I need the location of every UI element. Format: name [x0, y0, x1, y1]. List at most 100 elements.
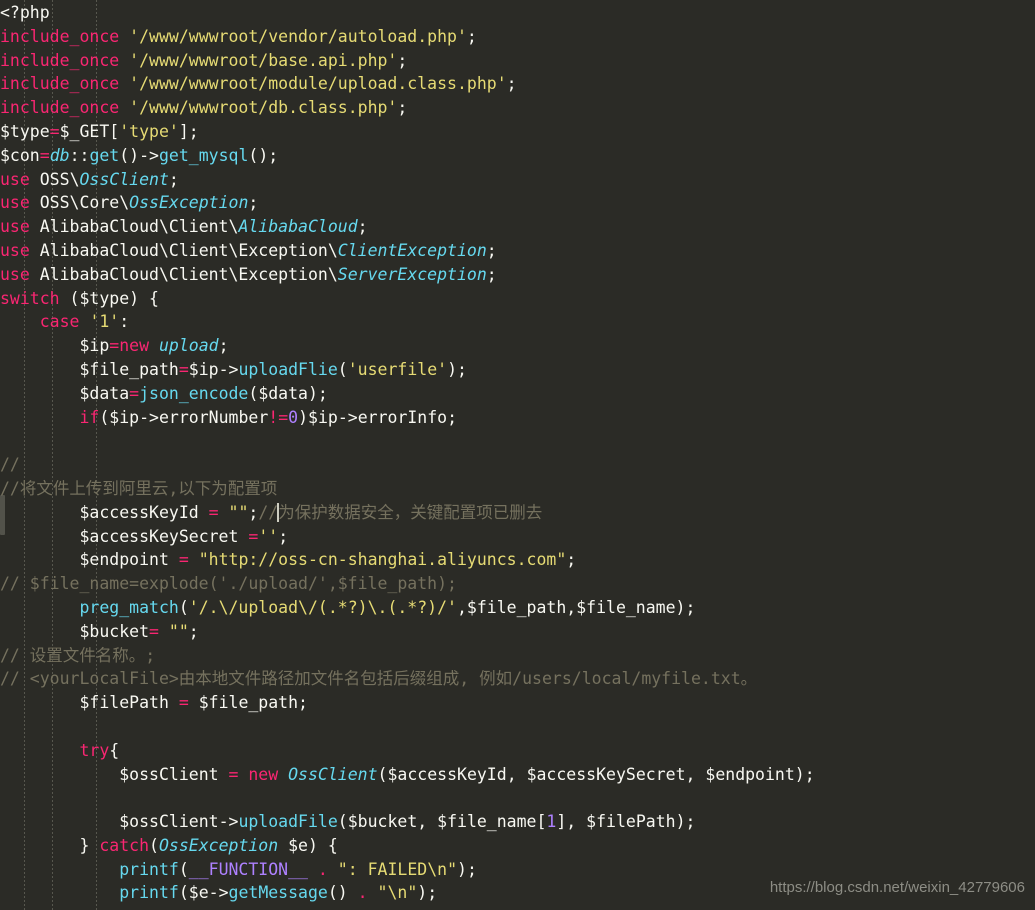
variable-data: $data: [79, 383, 130, 403]
code-line[interactable]: use AlibabaCloud\Client\Exception\Server…: [0, 263, 1035, 287]
variable-data: $data: [258, 383, 308, 403]
method-uploadflie: uploadFlie: [238, 359, 338, 379]
code-line[interactable]: //: [0, 453, 1035, 477]
variable-bucket: $bucket: [347, 812, 418, 832]
code-line[interactable]: use OSS\Core\OssException;: [0, 191, 1035, 215]
namespace-alibaba-client-exception: AlibabaCloud\Client\Exception: [39, 264, 328, 284]
code-line[interactable]: $ip=new upload;: [0, 334, 1035, 358]
code-line[interactable]: preg_match('/.\/upload\/(.*?)\.(.*?)/',$…: [0, 596, 1035, 620]
code-line[interactable]: } catch(OssException $e) {: [0, 834, 1035, 858]
keyword-use: use: [0, 217, 30, 237]
function-json-encode: json_encode: [139, 383, 249, 403]
variable-ip: $ip: [109, 407, 140, 427]
bracket-open: [: [109, 121, 120, 141]
paren-close-semicolon: );: [675, 597, 696, 617]
paren-open: (: [248, 383, 259, 403]
semicolon: ;: [188, 621, 199, 641]
code-line[interactable]: // 设置文件名称。;: [0, 644, 1035, 668]
string-dbclass-path: '/www/wwwroot/db.class.php': [129, 98, 398, 118]
comment-slashes: //: [258, 502, 279, 522]
code-line[interactable]: use OSS\OssClient;: [0, 168, 1035, 192]
keyword-catch: catch: [99, 835, 150, 855]
code-line[interactable]: use AlibabaCloud\Client\Exception\Client…: [0, 239, 1035, 263]
code-line-blank[interactable]: [0, 715, 1035, 739]
code-line[interactable]: $bucket= "";: [0, 620, 1035, 644]
code-line[interactable]: $data=json_encode($data);: [0, 382, 1035, 406]
code-line[interactable]: $filePath = $file_path;: [0, 691, 1035, 715]
code-line[interactable]: if($ip->errorNumber!=0)$ip->errorInfo;: [0, 406, 1035, 430]
keyword-use: use: [0, 169, 30, 189]
code-line[interactable]: $accessKeySecret ='';: [0, 525, 1035, 549]
variable-ip: $ip: [308, 407, 338, 427]
code-line[interactable]: <?php: [0, 0, 1035, 25]
variable-type: $type: [79, 288, 130, 308]
paren-open: (: [377, 764, 388, 784]
code-line[interactable]: // <yourLocalFile>由本地文件路径加文件名包括后缀组成, 例如/…: [0, 667, 1035, 691]
variable-get-superglobal: $_GET: [59, 121, 110, 141]
code-line[interactable]: return;: [0, 905, 1035, 910]
code-line[interactable]: switch ($type) {: [0, 287, 1035, 311]
code-line[interactable]: //将文件上传到阿里云,以下为配置项: [0, 477, 1035, 501]
semicolon: ;: [397, 98, 408, 118]
code-editor[interactable]: <?php include_once '/www/wwwroot/vendor/…: [0, 0, 1035, 910]
code-line-blank[interactable]: [0, 429, 1035, 453]
code-line[interactable]: $ossClient = new OssClient($accessKeyId,…: [0, 763, 1035, 787]
code-line[interactable]: $type=$_GET['type'];: [0, 120, 1035, 144]
number-one: 1: [546, 812, 557, 832]
code-line[interactable]: // $file_name=explode('./upload/',$file_…: [0, 572, 1035, 596]
code-line[interactable]: $con=db::get()->get_mysql();: [0, 144, 1035, 168]
paren-close-brace: ) {: [129, 288, 159, 308]
string-empty-single: '': [258, 526, 279, 546]
bracket-close-comma: ],: [556, 812, 587, 832]
code-line[interactable]: case '1':: [0, 310, 1035, 334]
method-get-mysql: get_mysql: [159, 145, 249, 165]
variable-endpoint: $endpoint: [79, 550, 169, 570]
semicolon: ;: [486, 264, 497, 284]
comment-empty: //: [0, 455, 20, 475]
code-line[interactable]: include_once '/www/wwwroot/vendor/autolo…: [0, 25, 1035, 49]
code-line[interactable]: try{: [0, 739, 1035, 763]
variable-ossclient: $ossClient: [119, 764, 219, 784]
paren-close-semicolon: );: [307, 383, 328, 403]
code-line[interactable]: $file_path=$ip->uploadFlie('userfile');: [0, 358, 1035, 382]
number-zero: 0: [288, 407, 299, 427]
variable-file-name: $file_name: [576, 597, 676, 617]
semicolon: ;: [447, 407, 458, 427]
variable-e: $e: [188, 883, 209, 903]
code-line[interactable]: use AlibabaCloud\Client\AlibabaCloud;: [0, 215, 1035, 239]
code-line[interactable]: $endpoint = "http://oss-cn-shanghai.aliy…: [0, 548, 1035, 572]
code-line-blank[interactable]: [0, 786, 1035, 810]
variable-accesskeyid: $accessKeyId: [387, 764, 507, 784]
code-line[interactable]: include_once '/www/wwwroot/module/upload…: [0, 72, 1035, 96]
semicolon: ;: [486, 240, 497, 260]
code-line[interactable]: $ossClient->uploadFile($bucket, $file_na…: [0, 810, 1035, 834]
class-clientexception: ClientException: [337, 240, 487, 260]
semicolon: ;: [248, 502, 259, 522]
semicolon: ;: [218, 336, 229, 356]
code-line[interactable]: $accessKeyId = "";//为保护数据安全，关键配置项已删去: [0, 501, 1035, 525]
semicolon: ;: [248, 193, 259, 213]
code-line[interactable]: include_once '/www/wwwroot/base.api.php'…: [0, 49, 1035, 73]
code-content[interactable]: <?php include_once '/www/wwwroot/vendor/…: [0, 0, 1035, 910]
keyword-use: use: [0, 193, 30, 213]
class-alibabacloud: AlibabaCloud: [238, 217, 358, 237]
constant-function-magic: __FUNCTION__: [188, 859, 308, 879]
arrow: ->: [208, 883, 229, 903]
code-line[interactable]: include_once '/www/wwwroot/db.class.php'…: [0, 96, 1035, 120]
